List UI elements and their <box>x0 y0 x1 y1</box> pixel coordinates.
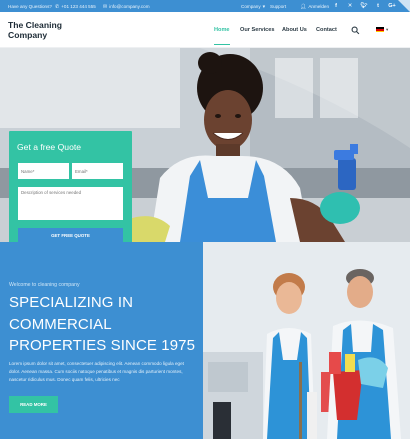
nav-home[interactable]: Home <box>214 27 230 45</box>
phone-icon: ✆ <box>55 3 60 10</box>
support-link[interactable]: Support <box>270 4 286 9</box>
name-input[interactable] <box>18 163 69 179</box>
headline: SPECIALIZING IN COMMERCIAL PROPERTIES SI… <box>9 292 199 357</box>
email-label: info@company.com <box>109 4 150 9</box>
nav-our-services[interactable]: Our Services <box>240 27 275 33</box>
intro-section: Welcome to cleaning company SPECIALIZING… <box>0 242 203 439</box>
support-label: Support <box>270 3 287 9</box>
social-links: f ✕ 🐦︎ t G+ <box>332 2 396 10</box>
company-menu-label: Company <box>241 4 261 9</box>
question-label: Have any Questions? <box>8 3 52 9</box>
corner-fold <box>398 0 410 12</box>
email-link[interactable]: ✉ info@company.com <box>103 4 150 10</box>
chevron-down-icon: ▾ <box>386 26 389 32</box>
logo-line2: Company <box>8 29 48 40</box>
read-more-button[interactable]: READ MORE <box>9 396 58 413</box>
twitter-icon[interactable]: 🐦︎ <box>360 2 368 10</box>
quote-form-title: Get a free Quote <box>17 142 82 152</box>
quote-form: Get a free Quote GET FREE QUOTE <box>9 131 132 242</box>
facebook-icon[interactable]: f <box>332 2 340 10</box>
header: The Cleaning Company Home Our Services A… <box>0 12 410 48</box>
email-input[interactable] <box>72 163 123 179</box>
chevron-down-icon: ▾ <box>262 3 266 10</box>
company-menu[interactable]: Company ▾ <box>241 4 267 10</box>
nav-about-us[interactable]: About Us <box>282 27 307 33</box>
phone-label: +01 123 444 555 <box>61 4 96 9</box>
intro-body-text: Lorem ipsum dolor sit amet, consectetuer… <box>9 361 184 382</box>
search-icon[interactable] <box>351 26 360 35</box>
google-plus-icon[interactable]: G+ <box>388 2 396 10</box>
headline-line-1: SPECIALIZING IN <box>9 294 134 311</box>
team-photo <box>203 242 410 439</box>
user-icon: 👤︎ <box>300 3 307 10</box>
login-link[interactable]: 👤︎ Anmelden <box>300 4 329 10</box>
logo[interactable]: The Cleaning Company <box>8 20 88 40</box>
top-bar: Have any Questions? ✆ +01 123 444 555 ✉ in… <box>0 0 410 12</box>
envelope-icon: ✉ <box>103 3 108 10</box>
nav-contact[interactable]: Contact <box>316 27 337 33</box>
tumblr-icon[interactable]: t <box>374 2 382 10</box>
headline-line-2: COMMERCIAL <box>9 315 112 333</box>
question-text: Have any Questions? <box>8 4 52 9</box>
headline-line-3: PROPERTIES SINCE 1975 <box>9 337 196 354</box>
hero-banner: Get a free Quote GET FREE QUOTE <box>0 48 410 242</box>
german-flag-icon[interactable] <box>376 27 384 33</box>
x-icon[interactable]: ✕ <box>346 2 354 10</box>
get-free-quote-button[interactable]: GET FREE QUOTE <box>18 228 123 242</box>
welcome-text: Welcome to cleaning company <box>9 282 80 288</box>
phone-link[interactable]: ✆ +01 123 444 555 <box>55 4 96 10</box>
cleaning-team-photo <box>203 242 410 439</box>
login-label: Anmelden <box>308 4 330 9</box>
description-textarea[interactable] <box>18 187 123 220</box>
